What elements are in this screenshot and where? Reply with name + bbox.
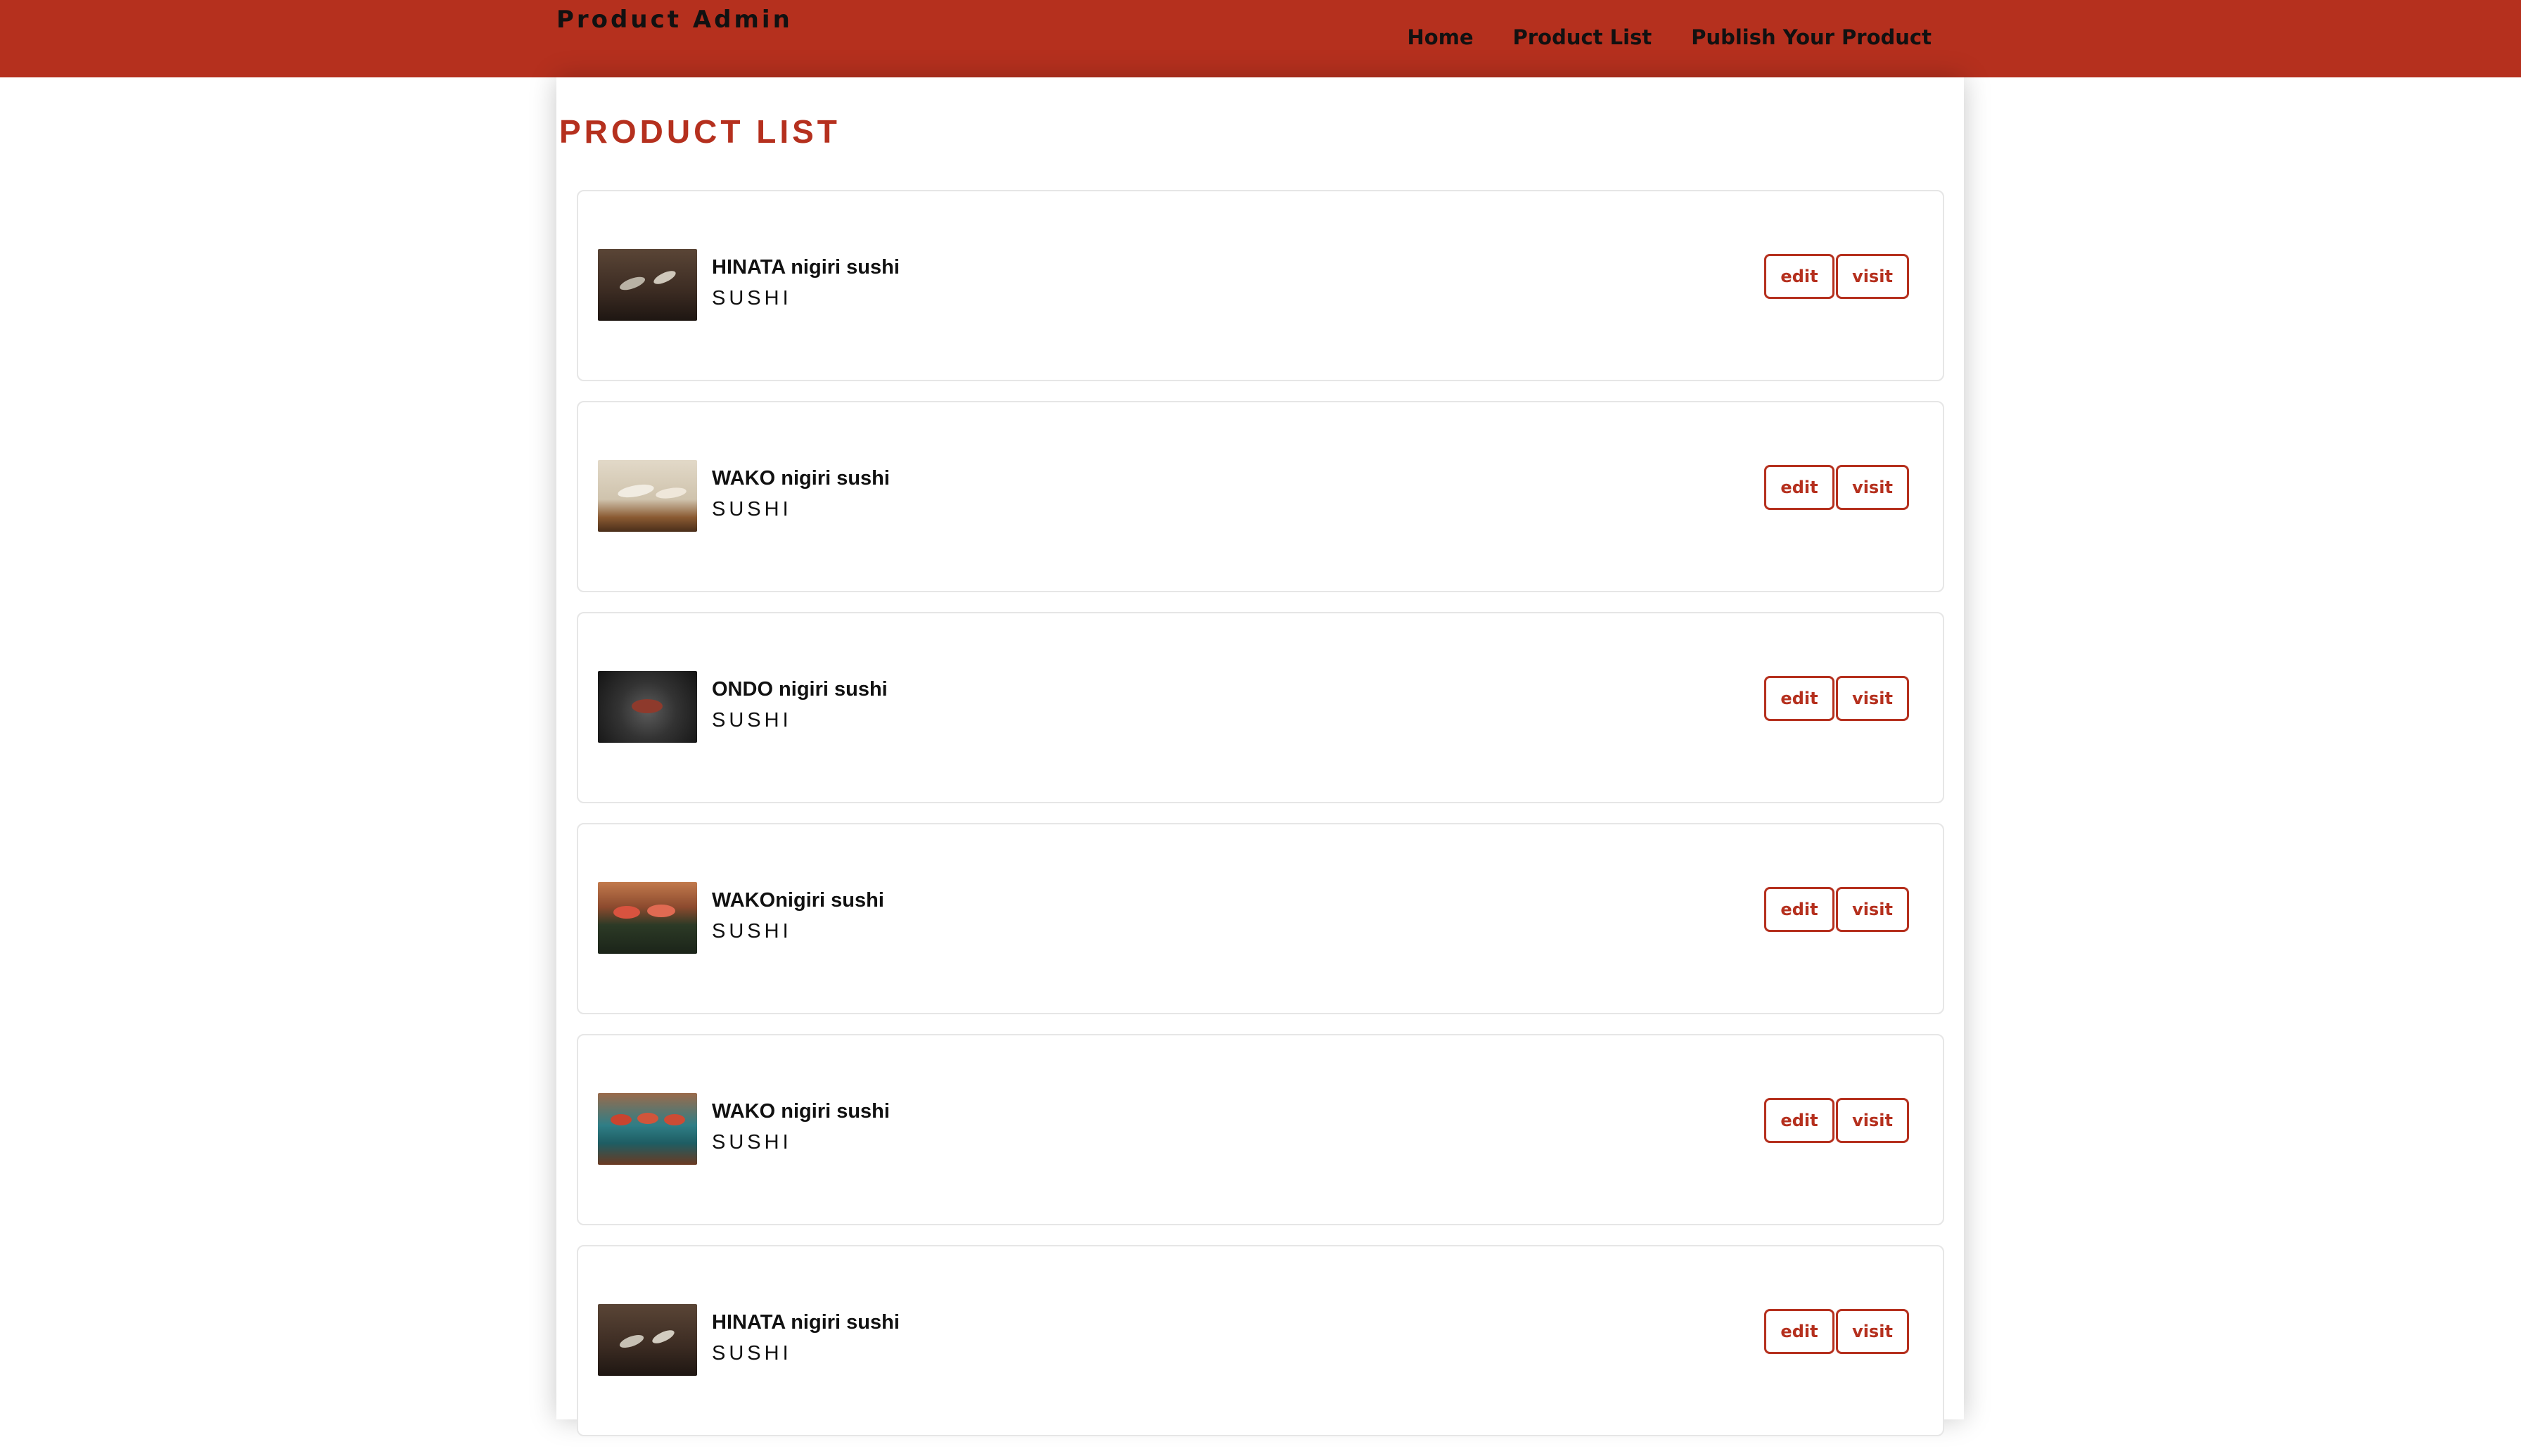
product-thumbnail: [598, 1093, 697, 1165]
product-card: HINATA nigiri sushi SUSHI edit visit: [577, 1245, 1944, 1436]
product-card: WAKOnigiri sushi SUSHI edit visit: [577, 823, 1944, 1014]
product-category: SUSHI: [712, 498, 792, 521]
product-card: ONDO nigiri sushi SUSHI edit visit: [577, 612, 1944, 803]
nav-publish-product[interactable]: Publish Your Product: [1691, 25, 1932, 49]
main-panel: PRODUCT LIST HINATA nigiri sushi SUSHI e…: [556, 77, 1964, 1436]
product-category: SUSHI: [712, 287, 792, 309]
product-card: WAKO nigiri sushi SUSHI edit visit: [577, 1034, 1944, 1225]
product-list: HINATA nigiri sushi SUSHI edit visit WAK…: [577, 190, 1944, 1456]
product-thumbnail: [598, 249, 697, 321]
edit-button[interactable]: edit: [1764, 887, 1834, 932]
visit-button[interactable]: visit: [1836, 676, 1909, 721]
nav-product-list[interactable]: Product List: [1513, 25, 1652, 49]
visit-button[interactable]: visit: [1836, 887, 1909, 932]
visit-button[interactable]: visit: [1836, 1098, 1909, 1143]
product-thumbnail: [598, 1304, 697, 1376]
product-name: ONDO nigiri sushi: [712, 678, 888, 701]
product-card: HINATA nigiri sushi SUSHI edit visit: [577, 190, 1944, 381]
nav-home[interactable]: Home: [1408, 25, 1474, 49]
edit-button[interactable]: edit: [1764, 1309, 1834, 1354]
product-thumbnail: [598, 671, 697, 743]
visit-button[interactable]: visit: [1836, 1309, 1909, 1354]
visit-button[interactable]: visit: [1836, 254, 1909, 299]
product-category: SUSHI: [712, 920, 792, 943]
product-category: SUSHI: [712, 1131, 792, 1154]
product-name: WAKO nigiri sushi: [712, 1100, 890, 1123]
product-thumbnail: [598, 882, 697, 954]
product-name: WAKO nigiri sushi: [712, 467, 890, 490]
product-name: HINATA nigiri sushi: [712, 1311, 900, 1334]
edit-button[interactable]: edit: [1764, 1098, 1834, 1143]
top-bar: Product Admin Home Product List Publish …: [0, 0, 2521, 77]
edit-button[interactable]: edit: [1764, 676, 1834, 721]
product-name: WAKOnigiri sushi: [712, 889, 884, 912]
edit-button[interactable]: edit: [1764, 465, 1834, 510]
page-title: PRODUCT LIST: [559, 113, 841, 150]
main-nav: Home Product List Publish Your Product: [1408, 25, 1932, 49]
visit-button[interactable]: visit: [1836, 465, 1909, 510]
product-name: HINATA nigiri sushi: [712, 256, 900, 279]
product-category: SUSHI: [712, 709, 792, 732]
edit-button[interactable]: edit: [1764, 254, 1834, 299]
product-category: SUSHI: [712, 1342, 792, 1365]
product-card: WAKO nigiri sushi SUSHI edit visit: [577, 401, 1944, 592]
brand-title: Product Admin: [556, 6, 793, 34]
product-thumbnail: [598, 460, 697, 532]
